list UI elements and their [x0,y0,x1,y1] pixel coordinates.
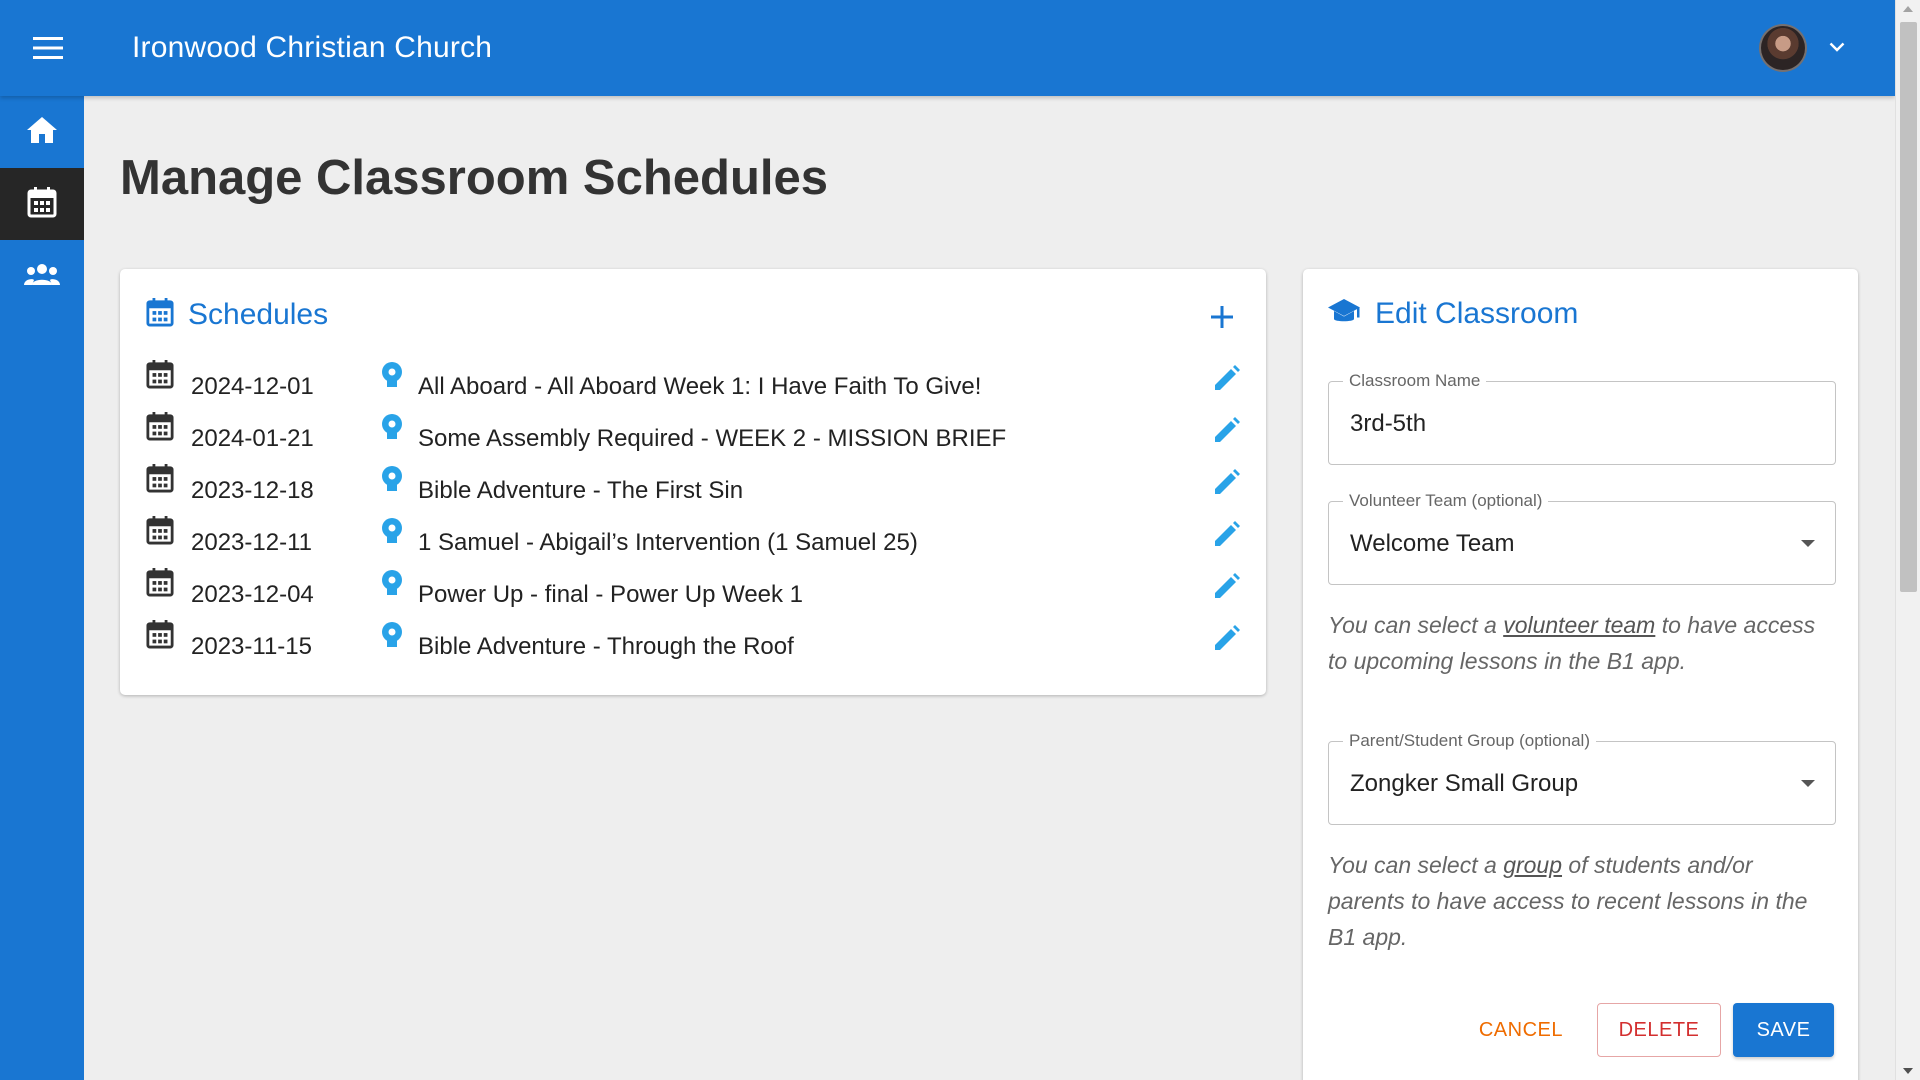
schedules-title: Schedules [188,297,329,331]
app-title: Ironwood Christian Church [132,31,493,64]
sidebar [0,96,84,1080]
people-icon [24,263,60,290]
schedule-row: 2023-11-15 Bible Adventure - Through the… [146,619,1246,671]
cancel-button[interactable]: CANCEL [1457,1003,1585,1057]
group-select[interactable]: Parent/Student Group (optional) Zongker … [1328,731,1836,825]
schedule-date: 2023-12-04 [191,581,314,608]
scrollbar-thumb[interactable] [1900,22,1917,592]
group-help: You can select a group of students and/o… [1328,847,1828,955]
schedule-row: 2023-12-18 Bible Adventure - The First S… [146,463,1246,515]
calendar-icon [146,515,174,550]
pencil-icon[interactable] [1210,467,1242,499]
edit-classroom-header: Edit Classroom [1327,297,1578,331]
plus-icon [1211,305,1233,333]
sidebar-item-home[interactable] [0,96,84,168]
schedule-lesson-name: Power Up - final - Power Up Week 1 [418,581,804,608]
schedule-date: 2023-12-11 [191,529,312,556]
help-text: You can select a [1328,612,1504,638]
lightbulb-icon [380,517,404,552]
lightbulb-icon [380,465,404,500]
pencil-icon[interactable] [1210,363,1242,395]
schedule-list: 2024-12-01 All Aboard - All Aboard Week … [146,359,1246,671]
delete-button[interactable]: DELETE [1597,1003,1721,1057]
volunteer-team-value[interactable]: Welcome Team [1350,530,1515,558]
schedule-date: 2023-12-18 [191,477,314,504]
school-icon [1327,298,1361,331]
calendar-icon [146,463,174,498]
dropdown-arrow-icon[interactable] [1801,780,1815,787]
pencil-icon[interactable] [1210,623,1242,655]
schedule-lesson-name: 1 Samuel - Abigail’s Intervention (1 Sam… [418,529,918,556]
user-menu[interactable] [1759,0,1845,96]
avatar[interactable] [1759,24,1807,72]
lightbulb-icon [380,621,404,656]
schedules-header: Schedules [146,297,328,332]
schedule-date: 2024-01-21 [191,425,314,452]
calendar-icon [146,567,174,602]
group-value[interactable]: Zongker Small Group [1350,770,1578,798]
schedule-lesson-name: All Aboard - All Aboard Week 1: I Have F… [418,373,982,400]
classroom-name-label: Classroom Name [1343,371,1487,391]
schedules-card: Schedules 2024-12-01 All Aboard - All Ab… [120,269,1266,695]
calendar-icon [146,297,174,332]
schedule-lesson-name: Bible Adventure - The First Sin [418,477,744,504]
schedule-date: 2024-12-01 [191,373,314,400]
schedule-row: 2024-01-21 Some Assembly Required - WEEK… [146,411,1246,463]
dropdown-arrow-icon[interactable] [1801,540,1815,547]
page-scrollbar[interactable] [1895,0,1920,1080]
edit-classroom-title: Edit Classroom [1375,297,1579,330]
menu-icon[interactable] [0,0,96,96]
lightbulb-icon [380,569,404,604]
schedule-lesson-name: Some Assembly Required - WEEK 2 - MISSIO… [418,425,1007,452]
page-title: Manage Classroom Schedules [120,151,829,205]
scroll-up-icon[interactable] [1903,6,1913,12]
schedule-date: 2023-11-15 [191,633,312,660]
edit-classroom-card: Edit Classroom Classroom Name 3rd-5th Vo… [1303,269,1858,1080]
schedule-row: 2023-12-04 Power Up - final - Power Up W… [146,567,1246,619]
group-link[interactable]: group [1503,852,1562,878]
calendar-icon [27,186,57,223]
save-button[interactable]: SAVE [1733,1003,1834,1057]
chevron-down-icon[interactable] [1829,39,1845,57]
help-text: You can select a [1328,852,1504,878]
calendar-icon [146,619,174,654]
lightbulb-icon [380,361,404,396]
schedule-row: 2023-12-11 1 Samuel - Abigail’s Interven… [146,515,1246,567]
form-actions: CANCEL DELETE SAVE [1457,1003,1834,1057]
classroom-name-field[interactable]: Classroom Name 3rd-5th [1328,371,1836,465]
volunteer-team-label: Volunteer Team (optional) [1343,491,1549,511]
sidebar-item-schedules[interactable] [0,168,84,240]
pencil-icon[interactable] [1210,415,1242,447]
calendar-icon [146,359,174,394]
lightbulb-icon [380,413,404,448]
sidebar-item-people[interactable] [0,240,84,312]
scroll-down-icon[interactable] [1903,1068,1913,1074]
volunteer-team-select[interactable]: Volunteer Team (optional) Welcome Team [1328,491,1836,585]
schedule-row: 2024-12-01 All Aboard - All Aboard Week … [146,359,1246,411]
group-label: Parent/Student Group (optional) [1343,731,1596,751]
pencil-icon[interactable] [1210,571,1242,603]
calendar-icon [146,411,174,446]
volunteer-team-link[interactable]: volunteer team [1503,612,1655,638]
schedule-lesson-name: Bible Adventure - Through the Roof [418,633,794,660]
home-icon [26,116,58,149]
add-schedule-button[interactable] [1204,301,1240,337]
pencil-icon[interactable] [1210,519,1242,551]
volunteer-team-help: You can select a volunteer team to have … [1328,607,1828,679]
app-bar: Ironwood Christian Church [0,0,1895,96]
classroom-name-value[interactable]: 3rd-5th [1350,410,1426,438]
